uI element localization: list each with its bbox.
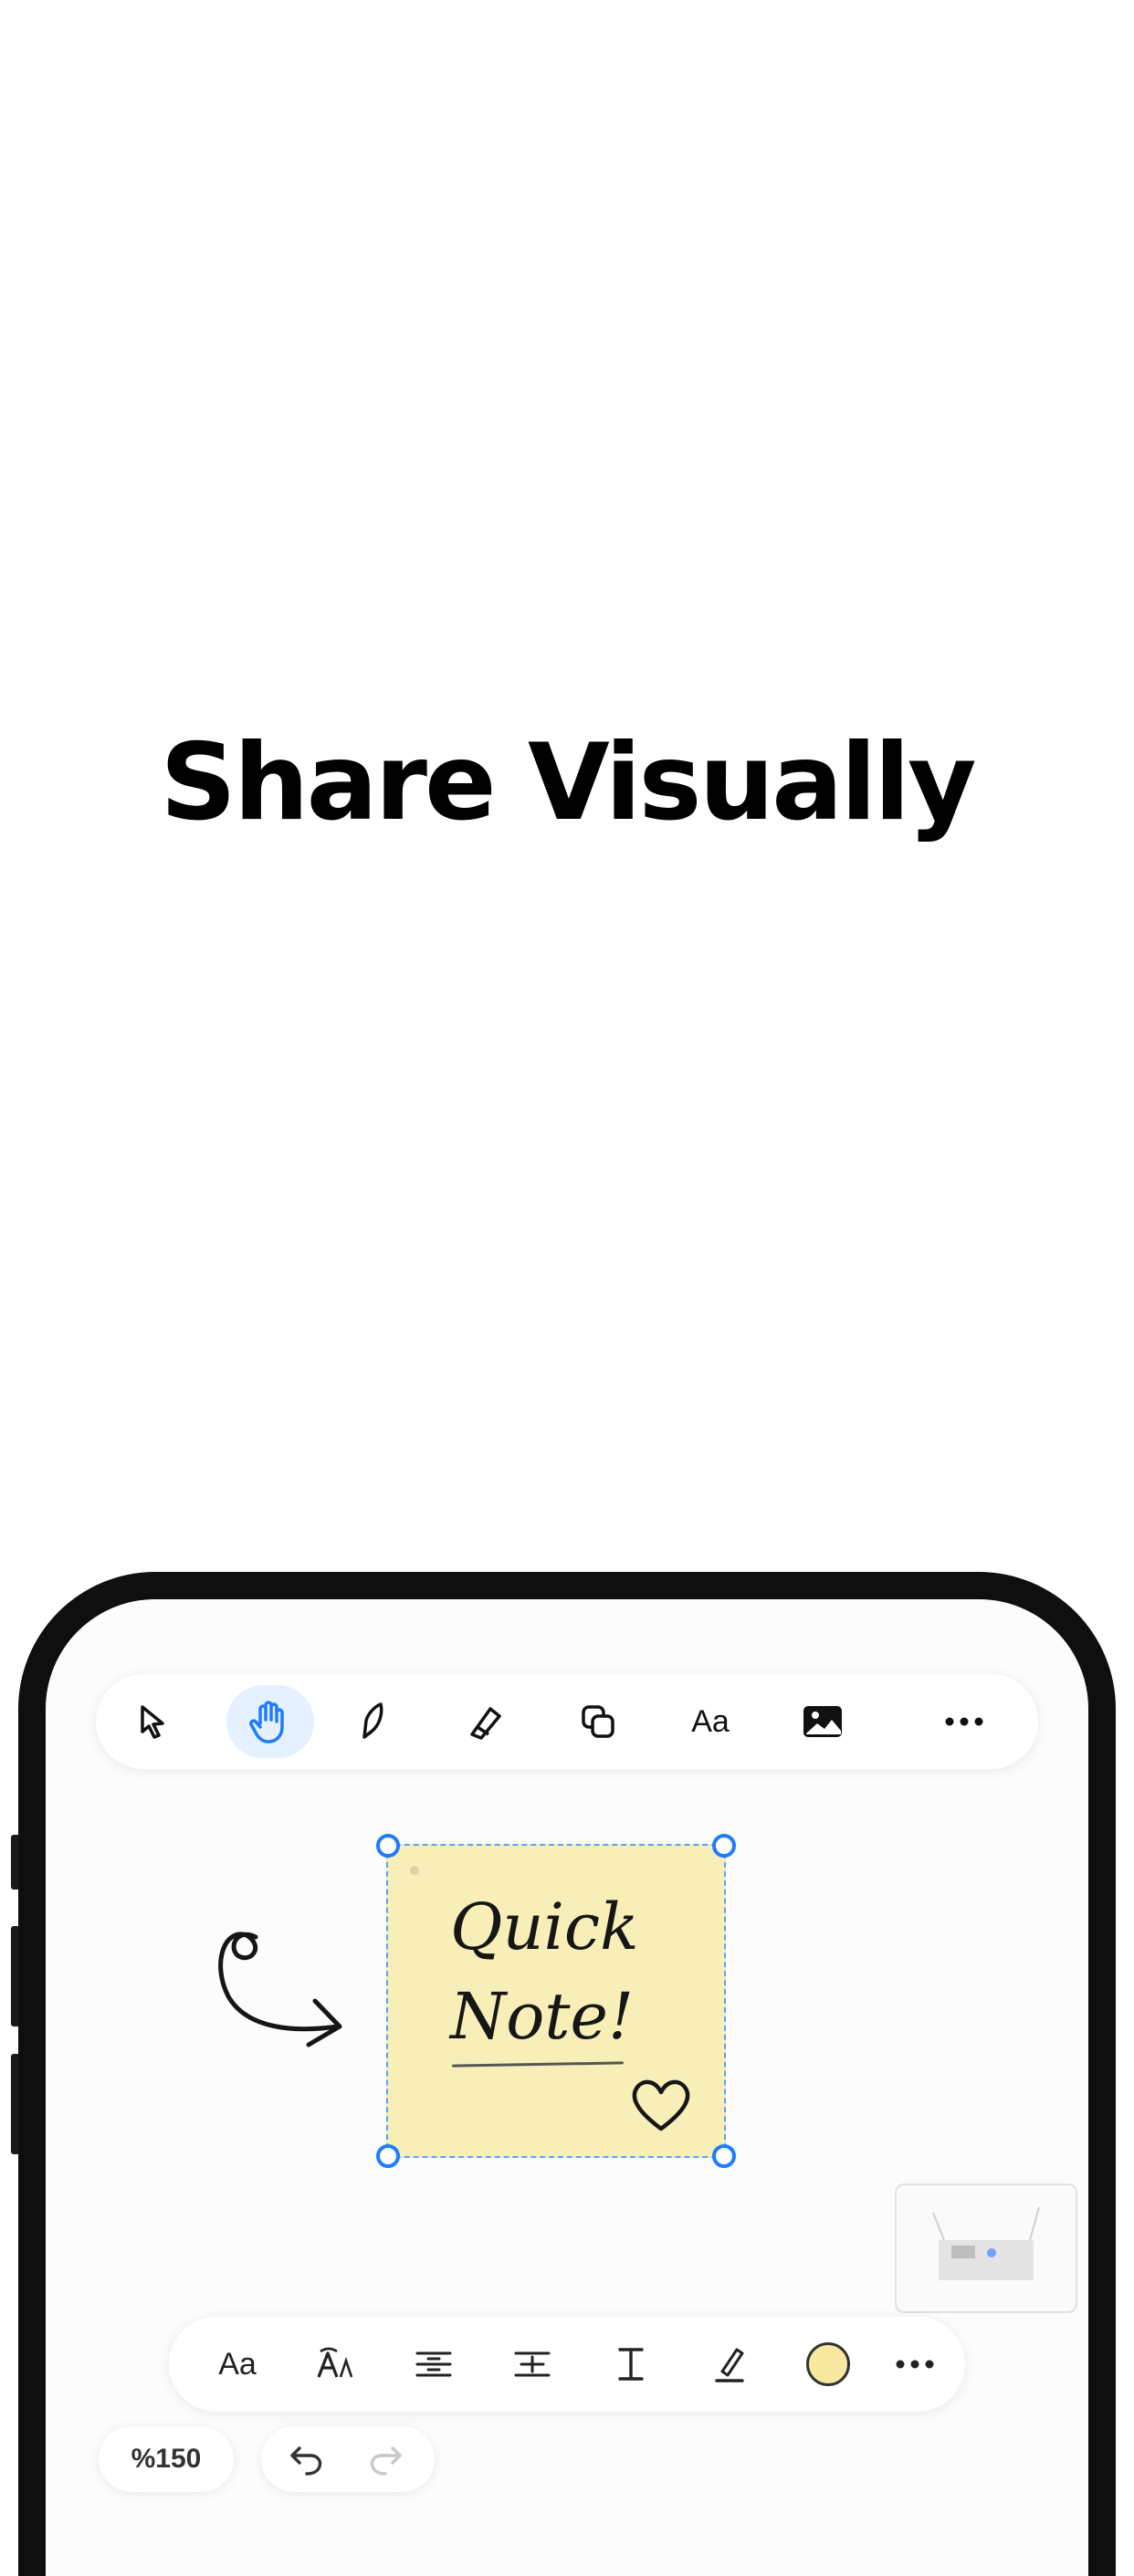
bottom-more-button[interactable] bbox=[887, 2337, 942, 2392]
shapes-tool-button[interactable] bbox=[571, 1694, 625, 1749]
zoom-level-label: %150 bbox=[131, 2444, 202, 2474]
text-style-button[interactable] bbox=[308, 2337, 362, 2392]
top-toolbar: Aa bbox=[96, 1674, 1038, 1769]
more-icon bbox=[945, 1717, 983, 1726]
redo-button[interactable] bbox=[365, 2439, 405, 2479]
resize-handle-top-right[interactable] bbox=[712, 1834, 736, 1858]
sticky-note-line1: Quick bbox=[450, 1890, 639, 1964]
undo-button[interactable] bbox=[287, 2439, 327, 2479]
undo-redo-group bbox=[261, 2426, 435, 2492]
align-left-button[interactable] bbox=[406, 2337, 461, 2392]
shapes-icon bbox=[582, 1705, 614, 1738]
minimap-preview bbox=[932, 2206, 1040, 2280]
cursor-icon bbox=[141, 1705, 164, 1739]
resize-handle-bottom-right[interactable] bbox=[712, 2144, 736, 2168]
text-tool-label: Aa bbox=[691, 1703, 730, 1739]
more-icon bbox=[896, 2360, 934, 2369]
align-center-button[interactable] bbox=[505, 2337, 560, 2392]
undo-icon bbox=[290, 2446, 322, 2476]
pen-icon bbox=[362, 1702, 383, 1739]
sticky-note-line2: Note! bbox=[450, 1979, 635, 2054]
heart-icon bbox=[632, 2079, 690, 2131]
highlighter-icon bbox=[715, 2348, 744, 2382]
sticky-note[interactable]: Quick Note! bbox=[376, 1834, 736, 2168]
minimap[interactable] bbox=[895, 2183, 1077, 2313]
font-button-label: Aa bbox=[218, 2346, 257, 2382]
text-cursor-icon bbox=[618, 2348, 644, 2381]
curved-arrow-drawing[interactable] bbox=[201, 1910, 383, 2074]
text-style-icon bbox=[317, 2347, 353, 2378]
headline: Share Visually bbox=[160, 721, 976, 844]
font-button[interactable]: Aa bbox=[210, 2337, 265, 2392]
image-icon bbox=[803, 1706, 842, 1737]
bottom-toolbar: Aa bbox=[169, 2317, 965, 2412]
highlight-button[interactable] bbox=[702, 2337, 757, 2392]
image-tool-button[interactable] bbox=[795, 1694, 850, 1749]
text-tool-button[interactable]: Aa bbox=[683, 1694, 738, 1749]
more-tool-button[interactable] bbox=[937, 1694, 992, 1749]
color-button[interactable] bbox=[801, 2337, 856, 2392]
eraser-tool-button[interactable] bbox=[457, 1694, 512, 1749]
align-left-icon bbox=[415, 2351, 452, 2377]
phone-frame: Aa Quick Note! Aa %150 bbox=[18, 1572, 1116, 2576]
align-center-icon bbox=[514, 2351, 551, 2377]
pen-tool-button[interactable] bbox=[346, 1694, 401, 1749]
redo-icon bbox=[370, 2446, 402, 2476]
color-swatch bbox=[806, 2342, 850, 2386]
select-tool-button[interactable] bbox=[126, 1694, 181, 1749]
zoom-level-button[interactable]: %150 bbox=[99, 2426, 234, 2492]
text-cursor-button[interactable] bbox=[604, 2337, 658, 2392]
canvas-screen[interactable]: Aa Quick Note! Aa %150 bbox=[46, 1599, 1088, 2576]
hand-tool-button[interactable] bbox=[226, 1685, 314, 1758]
sticky-note-underline bbox=[451, 2061, 625, 2068]
hand-icon bbox=[249, 1701, 284, 1744]
resize-handle-top-left[interactable] bbox=[376, 1834, 400, 1858]
resize-handle-bottom-left[interactable] bbox=[376, 2144, 400, 2168]
eraser-icon bbox=[470, 1707, 501, 1740]
sticky-note-pin bbox=[410, 1866, 419, 1875]
